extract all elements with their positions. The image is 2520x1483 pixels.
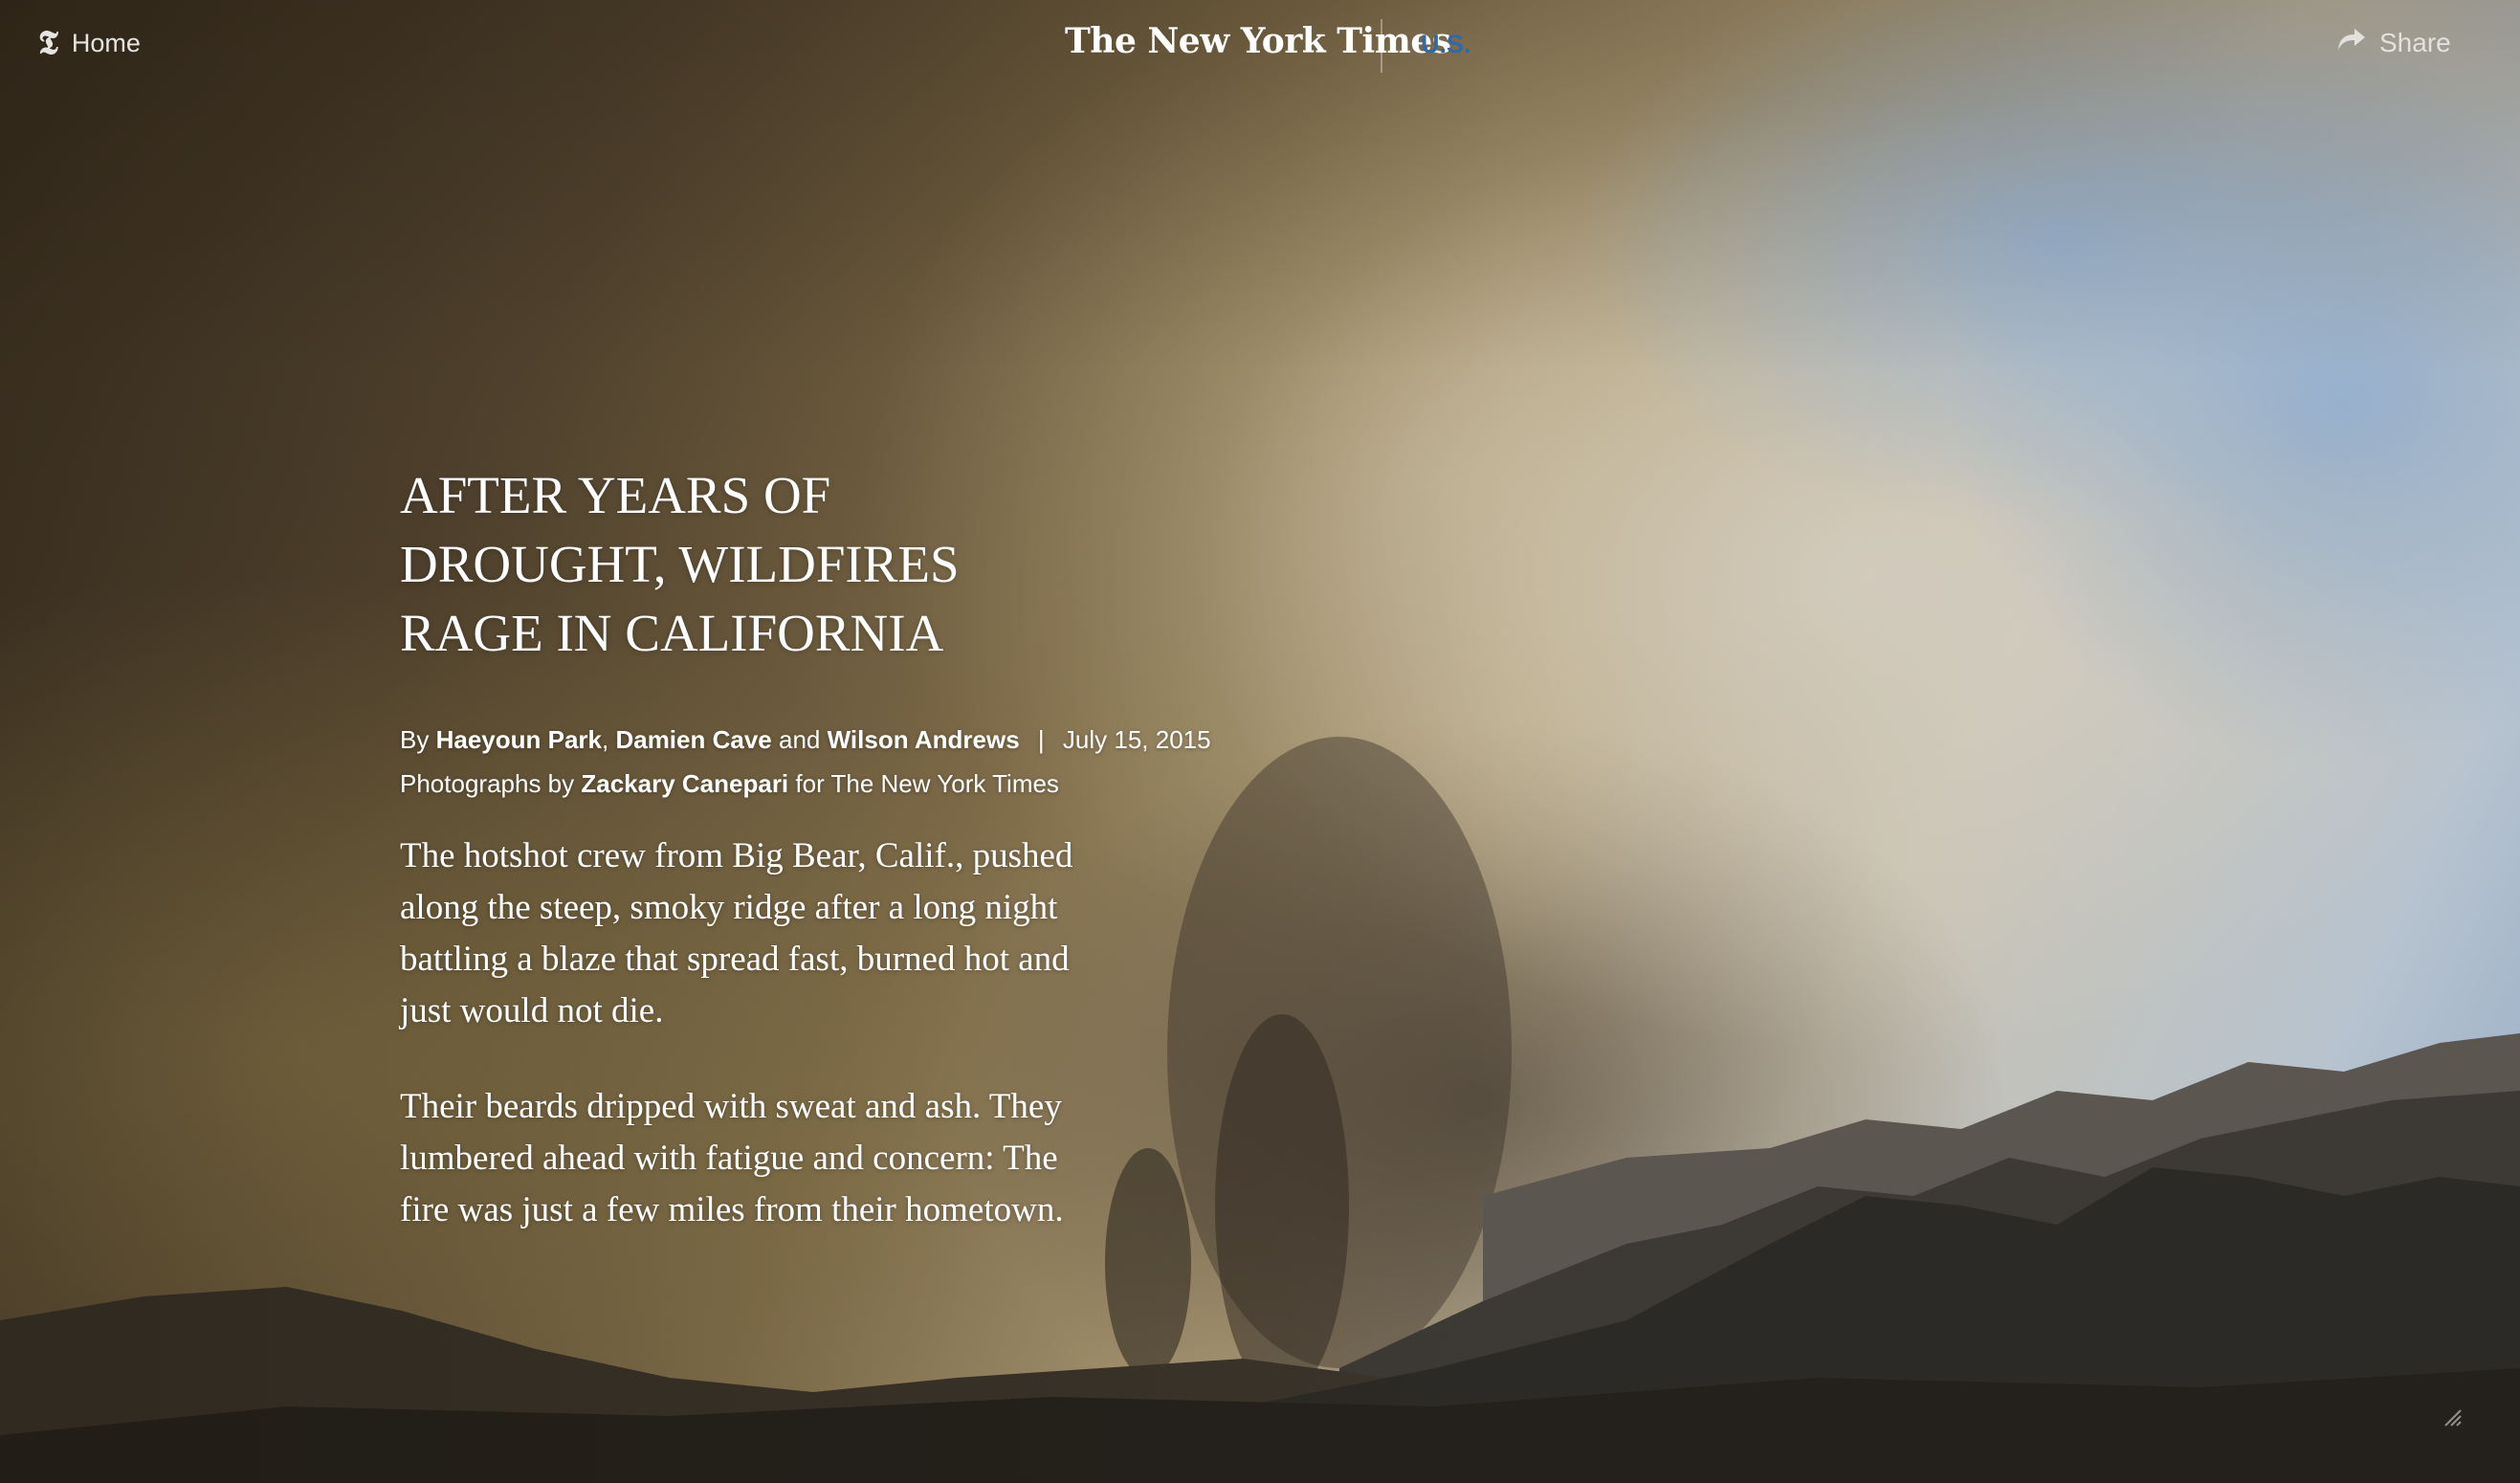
publish-date: July 15, 2015: [1062, 725, 1211, 754]
article-paragraph-1: The hotshot crew from Big Bear, Calif., …: [400, 836, 1073, 1030]
headline-line-1: AFTER YEARS OF: [400, 466, 831, 524]
photo-credit-line: Photographs by Zackary Canepari for The …: [400, 762, 1211, 806]
headline-line-3: RAGE IN CALIFORNIA: [400, 604, 944, 662]
byline-by: By: [400, 725, 430, 754]
byline-and: and: [779, 725, 821, 754]
nav-divider: [1381, 19, 1382, 73]
article-body: The hotshot crew from Big Bear, Calif., …: [400, 830, 1108, 1280]
article-headline: AFTER YEARS OF DROUGHT, WILDFIRES RAGE I…: [400, 461, 1070, 668]
nyt-masthead-logo[interactable]: The New York Times: [1065, 21, 1451, 61]
photo-credit-suffix: for The New York Times: [795, 769, 1059, 798]
headline-line-2: DROUGHT, WILDFIRES: [400, 535, 960, 593]
author-link-haeyoun-park[interactable]: Haeyoun Park: [436, 725, 602, 754]
top-navigation-bar: 𝕿 Home The New York Times U.S. Share: [0, 0, 2520, 91]
author-line: By Haeyoun Park, Damien Cave and Wilson …: [400, 718, 1211, 762]
byline-comma: ,: [601, 725, 609, 754]
hero-photo-wildfire: [0, 0, 2520, 1483]
share-button[interactable]: Share: [2337, 27, 2451, 58]
article-paragraph-2: Their beards dripped with sweat and ash.…: [400, 1087, 1064, 1229]
home-link[interactable]: 𝕿 Home: [38, 27, 141, 59]
t-logo-icon: 𝕿: [38, 24, 58, 62]
resize-grip-icon: [2442, 1406, 2465, 1436]
author-link-damien-cave[interactable]: Damien Cave: [615, 725, 771, 754]
photo-credit-prefix: Photographs by: [400, 769, 575, 798]
author-link-wilson-andrews[interactable]: Wilson Andrews: [828, 725, 1020, 754]
share-arrow-icon: [2337, 27, 2366, 58]
photographer-name: Zackary Canepari: [581, 769, 789, 798]
home-label: Home: [71, 28, 141, 57]
byline-separator: |: [1037, 725, 1045, 754]
hero-vignette: [0, 0, 2520, 1483]
share-label: Share: [2379, 27, 2451, 57]
section-link-us[interactable]: U.S.: [1421, 30, 1471, 59]
byline-block: By Haeyoun Park, Damien Cave and Wilson …: [400, 718, 1211, 806]
